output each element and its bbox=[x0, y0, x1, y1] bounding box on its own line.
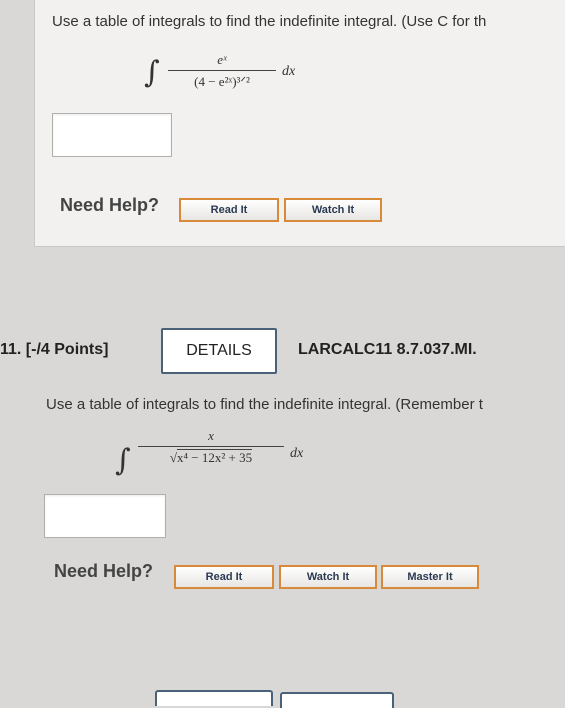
next-details-button-partial[interactable] bbox=[155, 690, 273, 706]
integrand-denominator: (4 − e²ˣ)³ᐟ² bbox=[194, 74, 250, 89]
differential: dx bbox=[290, 446, 304, 461]
details-button[interactable]: DETAILS bbox=[161, 328, 277, 374]
need-help-label: Need Help? bbox=[54, 561, 154, 581]
integrand-denominator: x⁴ − 12x² + 35 bbox=[177, 449, 253, 465]
question-prompt: Use a table of integrals to find the ind… bbox=[52, 13, 487, 30]
need-help-label: Need Help? bbox=[60, 195, 160, 215]
radical-symbol: √ bbox=[169, 450, 178, 465]
integral-symbol: ∫ bbox=[144, 55, 160, 90]
integrand-numerator: x bbox=[208, 428, 214, 443]
question-number-points: 11. [-/4 Points] bbox=[0, 341, 109, 358]
master-it-button[interactable]: Master It bbox=[381, 565, 479, 589]
integrand-fraction: x √x⁴ − 12x² + 35 bbox=[138, 428, 284, 466]
read-it-button[interactable]: Read It bbox=[179, 198, 279, 222]
read-it-button[interactable]: Read It bbox=[174, 565, 274, 589]
fraction-bar bbox=[168, 70, 276, 71]
answer-input[interactable] bbox=[52, 113, 172, 157]
differential: dx bbox=[282, 64, 296, 79]
integrand-numerator: eˣ bbox=[217, 52, 227, 67]
integrand-denominator-group: √x⁴ − 12x² + 35 bbox=[138, 449, 284, 466]
watch-it-button[interactable]: Watch It bbox=[284, 198, 382, 222]
question-prompt: Use a table of integrals to find the ind… bbox=[46, 396, 483, 413]
fraction-bar bbox=[138, 446, 284, 447]
next-element-partial bbox=[280, 692, 394, 708]
answer-input[interactable] bbox=[44, 494, 166, 538]
integral-symbol: ∫ bbox=[115, 443, 131, 478]
course-code: LARCALC11 8.7.037.MI. bbox=[298, 341, 477, 358]
watch-it-button[interactable]: Watch It bbox=[279, 565, 377, 589]
integrand-fraction: eˣ (4 − e²ˣ)³ᐟ² bbox=[168, 52, 276, 90]
